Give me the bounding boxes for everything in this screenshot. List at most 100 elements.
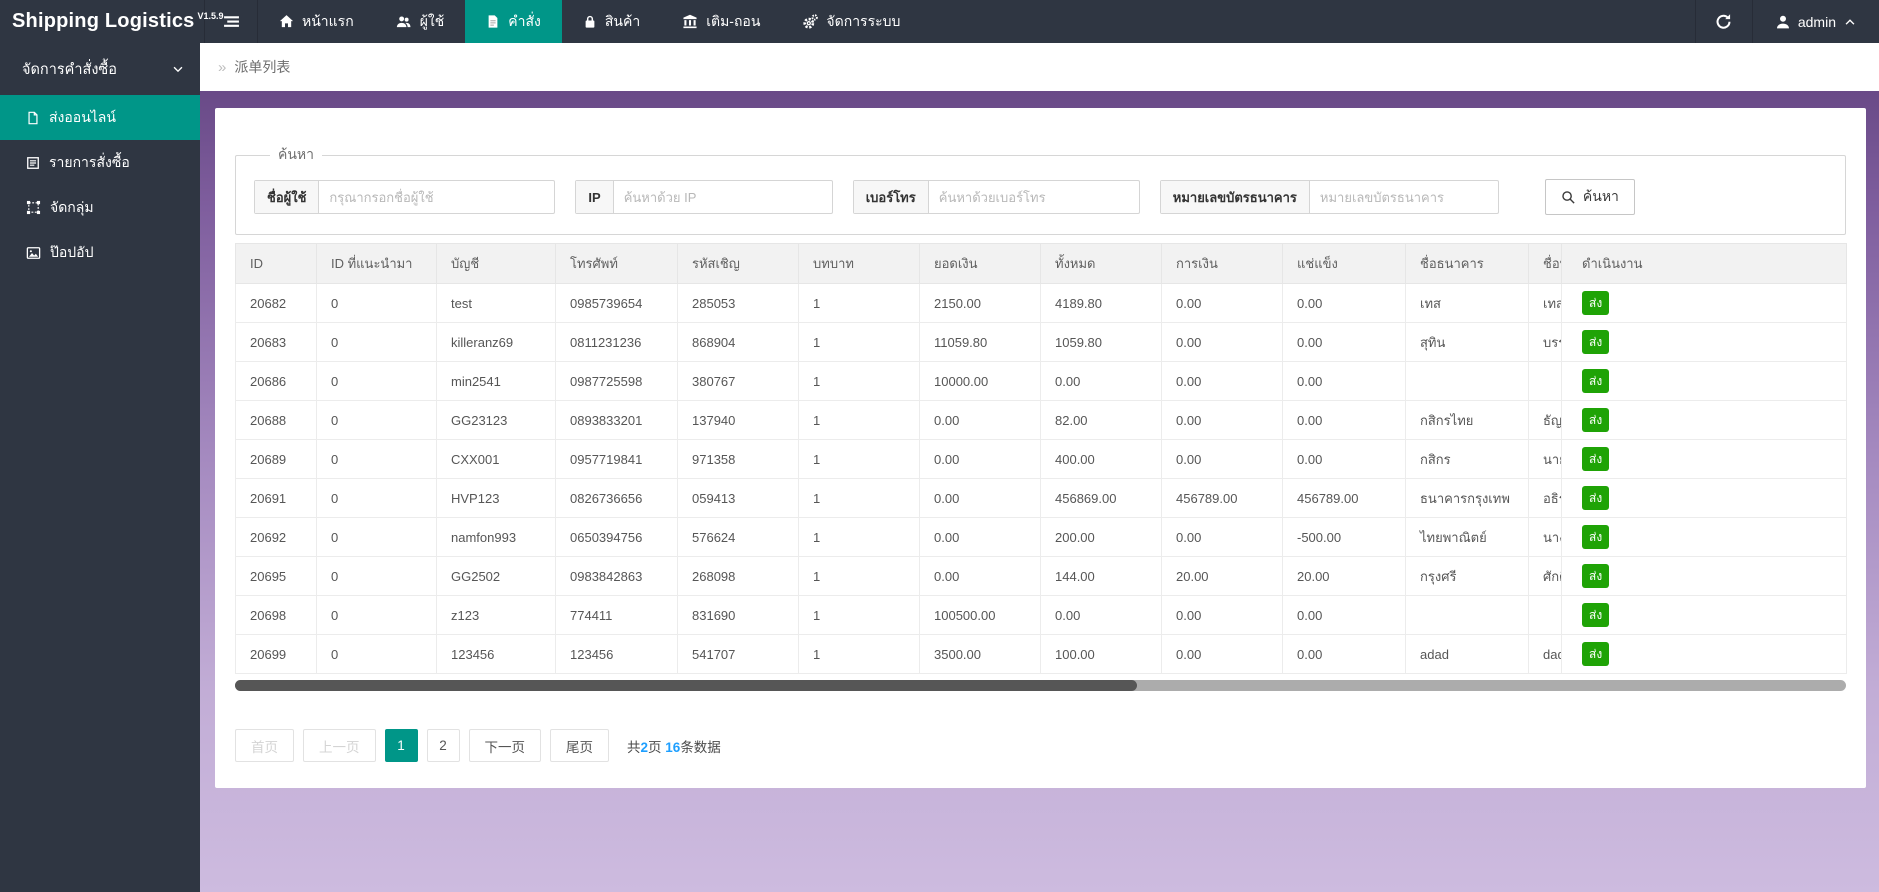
cell-phone: 0983842863	[555, 556, 678, 596]
sidebar-item-popup[interactable]: ป๊อปอัป	[0, 230, 200, 275]
cell-phone: 0650394756	[555, 517, 678, 557]
sidebar-item-send-online[interactable]: ส่งออนไลน์	[0, 95, 200, 140]
send-button[interactable]: ส่ง	[1582, 408, 1610, 432]
cell-ref_id: 0	[316, 439, 437, 479]
prev-page-button[interactable]: 上一页	[303, 729, 376, 762]
send-button[interactable]: ส่ง	[1582, 369, 1610, 393]
username-field-label: ชื่อผู้ใช้	[255, 181, 320, 213]
send-button[interactable]: ส่ง	[1582, 603, 1610, 627]
cell-actions: ส่ง	[1561, 634, 1847, 674]
send-button[interactable]: ส่ง	[1582, 330, 1610, 354]
nav-item-home[interactable]: หน้าแรก	[258, 0, 375, 43]
cell-actions: ส่ง	[1561, 556, 1847, 596]
orders-table: ID ID ที่แนะนำมา บัญชี โทรศัพท์ รหัสเชิญ บทบา…	[235, 243, 1847, 674]
send-button[interactable]: ส่ง	[1582, 447, 1610, 471]
nav-item-system[interactable]: จัดการระบบ	[781, 0, 921, 43]
nav-item-deposit[interactable]: เติม-ถอน	[661, 0, 781, 43]
column-header-finance: การเงิน	[1161, 243, 1283, 284]
cell-total: 144.00	[1040, 556, 1162, 596]
nav-item-orders[interactable]: คำสั่ง	[465, 0, 562, 43]
sidebar-toggle-button[interactable]	[204, 0, 258, 43]
cell-total: 400.00	[1040, 439, 1162, 479]
cell-bank_name: กสิกรไทย	[1405, 400, 1529, 440]
cell-account: z123	[436, 595, 556, 635]
cell-account_name: ธัญญ	[1528, 400, 1562, 440]
refresh-button[interactable]	[1694, 0, 1752, 43]
send-button[interactable]: ส่ง	[1582, 525, 1610, 549]
nav-item-label: จัดการระบบ	[826, 12, 901, 29]
cell-account: namfon993	[436, 517, 556, 557]
send-button[interactable]: ส่ง	[1582, 291, 1610, 315]
group-icon	[26, 200, 41, 215]
username-input[interactable]	[319, 181, 555, 213]
table-row: 20691 0 HVP123 0826736656 059413 1 0.00 456869.…	[235, 478, 1847, 518]
cell-ref_id: 0	[316, 517, 437, 557]
cell-balance: 0.00	[919, 556, 1041, 596]
summary-suffix: 条数据	[680, 739, 721, 755]
cell-actions: ส่ง	[1561, 322, 1847, 362]
cell-id: 20692	[235, 517, 317, 557]
column-header-frozen: แช่แข็ง	[1282, 243, 1406, 284]
cell-invite_code: 868904	[677, 322, 799, 362]
column-header-bank_name: ชื่อธนาคาร	[1405, 243, 1529, 284]
page-button-2[interactable]: 2	[426, 729, 460, 762]
cell-role: 1	[798, 634, 920, 674]
cell-finance: 0.00	[1161, 517, 1283, 557]
cell-actions: ส่ง	[1561, 400, 1847, 440]
cell-phone: 0957719841	[555, 439, 678, 479]
cell-phone: 0987725598	[555, 361, 678, 401]
page-button-1[interactable]: 1	[384, 729, 418, 762]
ip-input[interactable]	[613, 181, 832, 213]
phone-input[interactable]	[928, 181, 1139, 213]
cell-bank_name: adad	[1405, 634, 1529, 674]
search-button[interactable]: ค้นหา	[1544, 179, 1635, 215]
cell-actions: ส่ง	[1561, 283, 1847, 323]
lock-icon	[583, 14, 597, 29]
cell-id: 20691	[235, 478, 317, 518]
horizontal-scrollbar[interactable]	[235, 680, 1846, 691]
table-row: 20698 0 z123 774411 831690 1 100500.00 0.00 0.00…	[235, 595, 1847, 635]
ip-field-group: IP	[575, 180, 833, 214]
cell-role: 1	[798, 400, 920, 440]
table-row: 20688 0 GG23123 0893833201 137940 1 0.00 82.00 0…	[235, 400, 1847, 440]
sidebar-item-grouping[interactable]: จัดกลุ่ม	[0, 185, 200, 230]
scrollbar-thumb[interactable]	[235, 680, 1138, 691]
sidebar: จัดการคำสั่งซื้อ ส่งออนไลน์ รายการสั่งซื้…	[0, 43, 200, 892]
home-icon	[279, 14, 294, 29]
cell-actions: ส่ง	[1561, 361, 1847, 401]
first-page-button[interactable]: 首页	[235, 729, 294, 762]
summary-page-count: 2	[640, 739, 649, 755]
sidebar-group-orders[interactable]: จัดการคำสั่งซื้อ	[0, 43, 200, 95]
cell-ref_id: 0	[316, 595, 437, 635]
table-row: 20692 0 namfon993 0650394756 576624 1 0.00 200.…	[235, 517, 1847, 557]
cell-frozen: 456789.00	[1282, 478, 1406, 518]
cell-role: 1	[798, 478, 920, 518]
nav-item-label: เติม-ถอน	[706, 12, 761, 29]
cell-bank_name	[1405, 361, 1529, 401]
cell-invite_code: 380767	[677, 361, 799, 401]
cell-account: test	[436, 283, 556, 323]
cell-bank_name: ธนาคารกรุงเทพ	[1405, 478, 1529, 518]
last-page-button[interactable]: 尾页	[550, 729, 609, 762]
sidebar-group-label: จัดการคำสั่งซื้อ	[22, 61, 117, 78]
cell-invite_code: 831690	[677, 595, 799, 635]
cell-invite_code: 285053	[677, 283, 799, 323]
cell-id: 20695	[235, 556, 317, 596]
user-menu[interactable]: admin	[1751, 0, 1879, 43]
cell-total: 456869.00	[1040, 478, 1162, 518]
nav-item-products[interactable]: สินค้า	[562, 0, 661, 43]
cell-id: 20699	[235, 634, 317, 674]
cell-finance: 0.00	[1161, 595, 1283, 635]
pagination: 首页 上一页 12 下一页 尾页 共2页 16条数据	[235, 729, 1846, 762]
send-button[interactable]: ส่ง	[1582, 564, 1610, 588]
nav-item-users[interactable]: ผู้ใช้	[375, 0, 466, 43]
cell-total: 1059.80	[1040, 322, 1162, 362]
next-page-button[interactable]: 下一页	[468, 729, 541, 762]
bankcard-input[interactable]	[1309, 181, 1498, 213]
sidebar-item-order-list[interactable]: รายการสั่งซื้อ	[0, 140, 200, 185]
table-row: 20689 0 CXX001 0957719841 971358 1 0.00 400.00 0…	[235, 439, 1847, 479]
send-button[interactable]: ส่ง	[1582, 642, 1610, 666]
send-button[interactable]: ส่ง	[1582, 486, 1610, 510]
cell-frozen: 0.00	[1282, 283, 1406, 323]
app-logo: Shipping Logistics V1.5.9	[0, 0, 224, 43]
